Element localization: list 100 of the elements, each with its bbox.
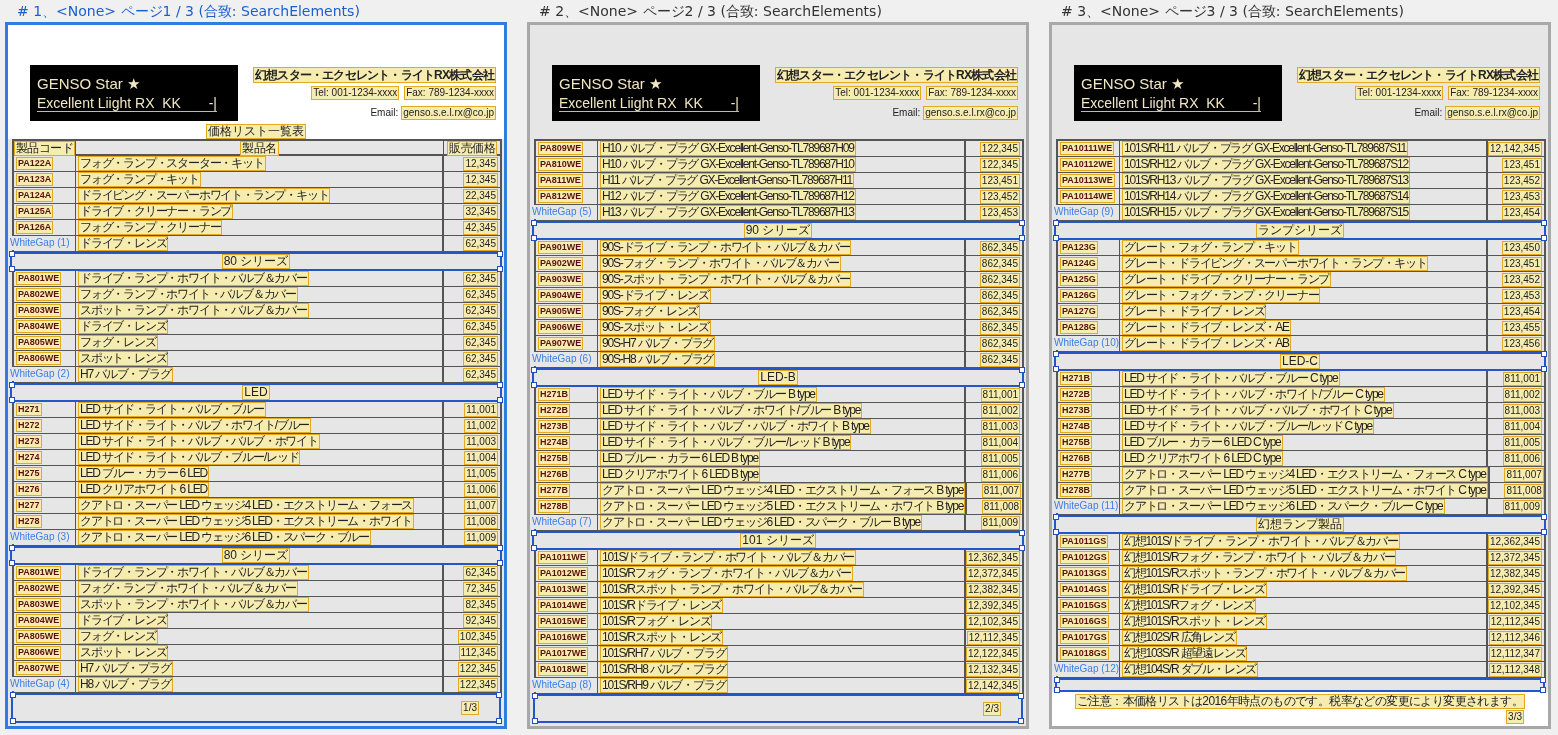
product-name: LED ブルー・カラー 6 LED C type [1122, 435, 1283, 450]
resize-handle[interactable] [10, 718, 16, 724]
product-code: H273B [538, 420, 570, 433]
product-name: ドライブ・ランプ・ホワイト・バルブ＆カバー [78, 271, 309, 286]
resize-handle[interactable] [9, 397, 15, 403]
resize-handle[interactable] [531, 235, 537, 241]
product-name: LED サイド・ライト・バルブ・ホワイト/ブルー C type [1122, 387, 1385, 402]
resize-handle[interactable] [531, 545, 537, 551]
resize-handle[interactable] [1019, 545, 1025, 551]
price: 12,112,346 [1488, 630, 1542, 645]
resize-handle[interactable] [532, 718, 538, 724]
product-name: クアトロ・スーパー LED ウェッジ4 LED・エクストリーム・フォース C type [1122, 467, 1488, 482]
price: 11,003 [464, 434, 498, 449]
resize-handle[interactable] [1541, 351, 1547, 357]
product-name: LED サイド・ライト・バルブ・ブルー C type [1122, 371, 1340, 386]
resize-handle[interactable] [9, 545, 15, 551]
page-sheet[interactable] [1049, 22, 1551, 729]
resize-handle[interactable] [10, 692, 16, 698]
price: 811,004 [980, 435, 1020, 450]
resize-handle[interactable] [1053, 366, 1059, 372]
product-name: H10 バルブ・プラグ GX-Excellent-Genso-TL789687H09 [600, 141, 856, 156]
product-code: PA1014WE [538, 599, 589, 612]
product-code: PA126G [1060, 289, 1098, 302]
resize-handle[interactable] [1541, 220, 1547, 226]
product-name: LED サイド・ライト・バルブ・ホワイト/ブルー B type [600, 403, 863, 418]
resize-handle[interactable] [497, 397, 503, 403]
resize-handle[interactable] [1053, 529, 1059, 535]
resize-handle[interactable] [1053, 351, 1059, 357]
page-caption[interactable]: # 1、<None> ページ1 / 3 (合致: SearchElements) [5, 0, 507, 22]
product-code: PA904WE [538, 289, 584, 302]
product-code: H272B [538, 404, 570, 417]
product-code: PA122A [16, 157, 54, 170]
product-code: PA1017GS [1060, 631, 1109, 644]
product-code: PA127G [1060, 305, 1098, 318]
resize-handle[interactable] [1053, 235, 1059, 241]
resize-handle[interactable] [497, 266, 503, 272]
price: 12,392,345 [965, 598, 1020, 613]
price: 12,122,345 [965, 646, 1020, 661]
product-code: PA1013GS [1060, 567, 1109, 580]
product-name: 幻想101S/Rフォグ・ランプ・ホワイト・バルブ＆カバー [1122, 550, 1397, 565]
resize-handle[interactable] [1019, 367, 1025, 373]
resize-handle[interactable] [1541, 514, 1547, 520]
product-name: フォグ・ランプ・ホワイト・バルブ＆カバー [78, 287, 298, 302]
price: 811,001 [1502, 371, 1542, 386]
resize-handle[interactable] [497, 560, 503, 566]
price: 12,112,345 [966, 630, 1020, 645]
price: 123,451 [1501, 256, 1542, 271]
resize-handle[interactable] [1541, 235, 1547, 241]
product-name: 101S/Rフォグ・ランプ・ホワイト・バルブ＆カバー [600, 566, 853, 581]
product-code: H274 [16, 451, 42, 464]
resize-handle[interactable] [531, 530, 537, 536]
product-name: クアトロ・スーパー LED ウェッジ5 LED・エクストリーム・ホワイト B type [600, 499, 966, 514]
resize-handle[interactable] [1053, 514, 1059, 520]
price: 72,345 [463, 581, 498, 596]
resize-handle[interactable] [496, 718, 502, 724]
resize-handle[interactable] [496, 692, 502, 698]
price: 123,453 [1501, 189, 1542, 204]
resize-handle[interactable] [1541, 529, 1547, 535]
product-name: LED サイド・ライト・バルブ・バルブ・ホワイト B type [600, 419, 871, 434]
fax-text: Fax: 789-1234-xxxx [404, 86, 496, 100]
resize-handle[interactable] [9, 560, 15, 566]
resize-handle[interactable] [497, 545, 503, 551]
product-code: PA1012WE [538, 567, 589, 580]
product-name: クアトロ・スーパー LED ウェッジ4 LED・エクストリーム・フォース [78, 498, 415, 513]
price: 123,454 [1501, 304, 1542, 319]
product-code: PA801WE [16, 566, 62, 579]
resize-handle[interactable] [1019, 220, 1025, 226]
resize-handle[interactable] [532, 693, 538, 699]
product-name: LED ブルー・カラー 6 LED [78, 466, 209, 481]
resize-handle[interactable] [1053, 220, 1059, 226]
resize-handle[interactable] [1019, 235, 1025, 241]
product-name: スポット・ランプ・ホワイト・バルブ＆カバー [78, 303, 309, 318]
section-heading: LED-B [532, 368, 1024, 387]
product-code: PA10112WE [1060, 158, 1115, 171]
page-caption[interactable]: # 2、<None> ページ2 / 3 (合致: SearchElements) [527, 0, 1029, 22]
resize-handle[interactable] [497, 251, 503, 257]
resize-handle[interactable] [1018, 693, 1024, 699]
resize-handle[interactable] [531, 367, 537, 373]
page-sheet[interactable] [527, 22, 1029, 729]
resize-handle[interactable] [497, 382, 503, 388]
product-name: グレート・ドライブ・レンズ・AE [1122, 320, 1291, 335]
page-sheet[interactable] [5, 22, 507, 729]
product-code: H278B [1060, 484, 1092, 497]
resize-handle[interactable] [1018, 718, 1024, 724]
price: 862,345 [979, 320, 1020, 335]
page-caption[interactable]: # 3、<None> ページ3 / 3 (合致: SearchElements) [1049, 0, 1551, 22]
company-name: 幻想スター・エクセレント・ライトRX株式会社 [774, 67, 1018, 83]
resize-handle[interactable] [9, 251, 15, 257]
resize-handle[interactable] [531, 382, 537, 388]
price: 811,004 [1502, 419, 1542, 434]
resize-handle[interactable] [1541, 366, 1547, 372]
email-text: genso.s.e.l.rx@co.jp [1445, 106, 1540, 120]
resize-handle[interactable] [531, 220, 537, 226]
product-code: PA1012GS [1060, 551, 1109, 564]
resize-handle[interactable] [9, 266, 15, 272]
resize-handle[interactable] [9, 382, 15, 388]
product-name: 101S/RH13 バルブ・プラグ GX-Excellent-Genso-TL789687S13 [1122, 173, 1410, 188]
resize-handle[interactable] [1019, 382, 1025, 388]
resize-handle[interactable] [1019, 530, 1025, 536]
company-name: 幻想スター・エクセレント・ライトRX株式会社 [1296, 67, 1540, 83]
